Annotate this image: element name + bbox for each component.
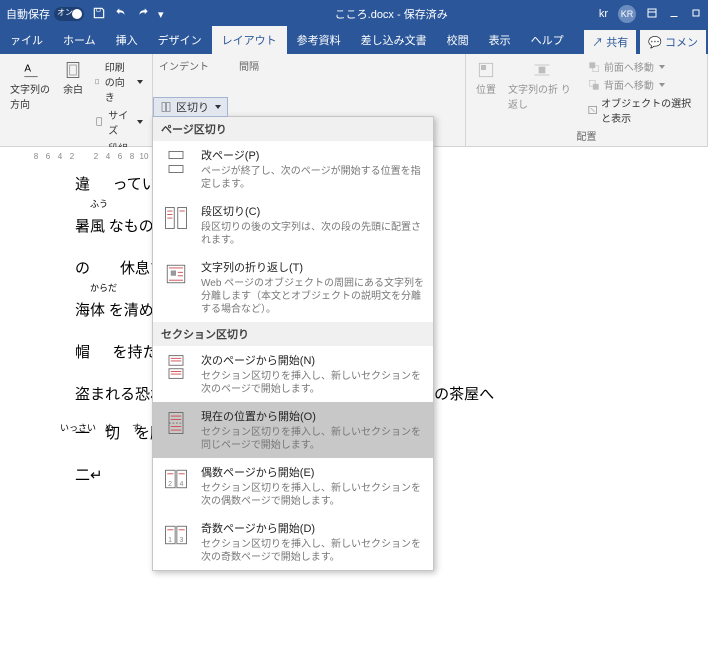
wrap-text-button[interactable]: 文字列の折 り返し [504, 58, 580, 126]
user-initials: kr [599, 8, 608, 20]
svg-text:1: 1 [168, 537, 172, 544]
group-label-arrange: 配置 [472, 128, 701, 143]
tab-insert[interactable]: 挿入 [106, 26, 148, 54]
tab-review[interactable]: 校閲 [437, 26, 479, 54]
position-button[interactable]: 位置 [472, 58, 500, 126]
continuous-icon [161, 408, 191, 438]
selection-pane-button[interactable]: オブジェクトの選択と表示 [584, 94, 701, 126]
undo-icon[interactable] [114, 6, 128, 23]
document-title: こころ.docx - 保存済み [184, 6, 599, 22]
spacing-label: 間隔 [239, 58, 259, 73]
next-page-section-item[interactable]: 次のページから開始(N)セクション区切りを挿入し、新しいセクションを次のページで… [153, 346, 433, 402]
even-page-icon: 24 [161, 464, 191, 494]
toggle-switch[interactable]: オン [54, 7, 84, 21]
minimize-icon[interactable] [668, 7, 680, 22]
svg-text:3: 3 [180, 537, 184, 544]
column-break-icon [161, 203, 191, 233]
breaks-dropdown: 区切り ページ区切り 改ページ(P)ページが終了し、次のページが開始する位置を指… [152, 116, 434, 571]
dropdown-header-section-breaks: セクション区切り [153, 322, 433, 346]
share-button[interactable]: ↗ 共有 [584, 30, 636, 54]
svg-text:4: 4 [180, 481, 184, 488]
text-wrapping-break-item[interactable]: 文字列の折り返し(T)Web ページのオブジェクトの周囲にある文字列を分離します… [153, 253, 433, 322]
even-page-section-item[interactable]: 24 偶数ページから開始(E)セクション区切りを挿入し、新しいセクションを次の偶… [153, 458, 433, 514]
save-icon[interactable] [92, 6, 106, 23]
tab-view[interactable]: 表示 [479, 26, 521, 54]
next-page-icon [161, 352, 191, 382]
quick-access-toolbar: ▾ [92, 6, 164, 23]
comment-button[interactable]: 💬 コメン [640, 30, 706, 54]
column-break-item[interactable]: 段区切り(C)段区切りの後の文字列は、次の段の先頭に配置されます。 [153, 197, 433, 253]
tab-home[interactable]: ホーム [53, 26, 106, 54]
bring-forward-button[interactable]: 前面へ移動 [584, 58, 701, 75]
ribbon-tabs: ァイル ホーム 挿入 デザイン レイアウト 参考資料 差し込み文書 校閲 表示 … [0, 28, 708, 54]
tab-mailings[interactable]: 差し込み文書 [351, 26, 437, 54]
user-avatar[interactable]: KR [618, 5, 636, 23]
indent-label: インデント [159, 58, 209, 73]
continuous-section-item[interactable]: 現在の位置から開始(O)セクション区切りを挿入し、新しいセクションを同じページで… [153, 402, 433, 458]
dropdown-header-page-breaks: ページ区切り [153, 117, 433, 141]
odd-page-section-item[interactable]: 13 奇数ページから開始(D)セクション区切りを挿入し、新しいセクションを次の奇… [153, 514, 433, 570]
ribbon: A 文字列の 方向 余白 印刷の向き サイズ 段組み ページ設定 インデント 間… [0, 54, 708, 147]
tab-file[interactable]: ァイル [0, 26, 53, 54]
orientation-button[interactable]: 印刷の向き [91, 58, 146, 105]
breaks-button[interactable]: 区切り [153, 97, 228, 117]
tab-references[interactable]: 参考資料 [287, 26, 351, 54]
ribbon-options-icon[interactable] [646, 7, 658, 22]
autosave-toggle[interactable]: 自動保存 オン [6, 6, 84, 22]
text-wrap-break-icon [161, 259, 191, 289]
svg-text:2: 2 [168, 481, 172, 488]
page-break-item[interactable]: 改ページ(P)ページが終了し、次のページが開始する位置を指定します。 [153, 141, 433, 197]
tab-design[interactable]: デザイン [148, 26, 212, 54]
size-button[interactable]: サイズ [91, 106, 146, 138]
redo-icon[interactable] [136, 6, 150, 23]
send-backward-button[interactable]: 背面へ移動 [584, 76, 701, 93]
svg-text:A: A [24, 64, 31, 75]
tab-layout[interactable]: レイアウト [212, 26, 287, 54]
title-bar: 自動保存 オン ▾ こころ.docx - 保存済み kr KR [0, 0, 708, 28]
autosave-label: 自動保存 [6, 6, 50, 22]
maximize-icon[interactable] [690, 7, 702, 22]
tab-help[interactable]: ヘルプ [521, 26, 574, 54]
odd-page-icon: 13 [161, 520, 191, 550]
page-break-icon [161, 147, 191, 177]
